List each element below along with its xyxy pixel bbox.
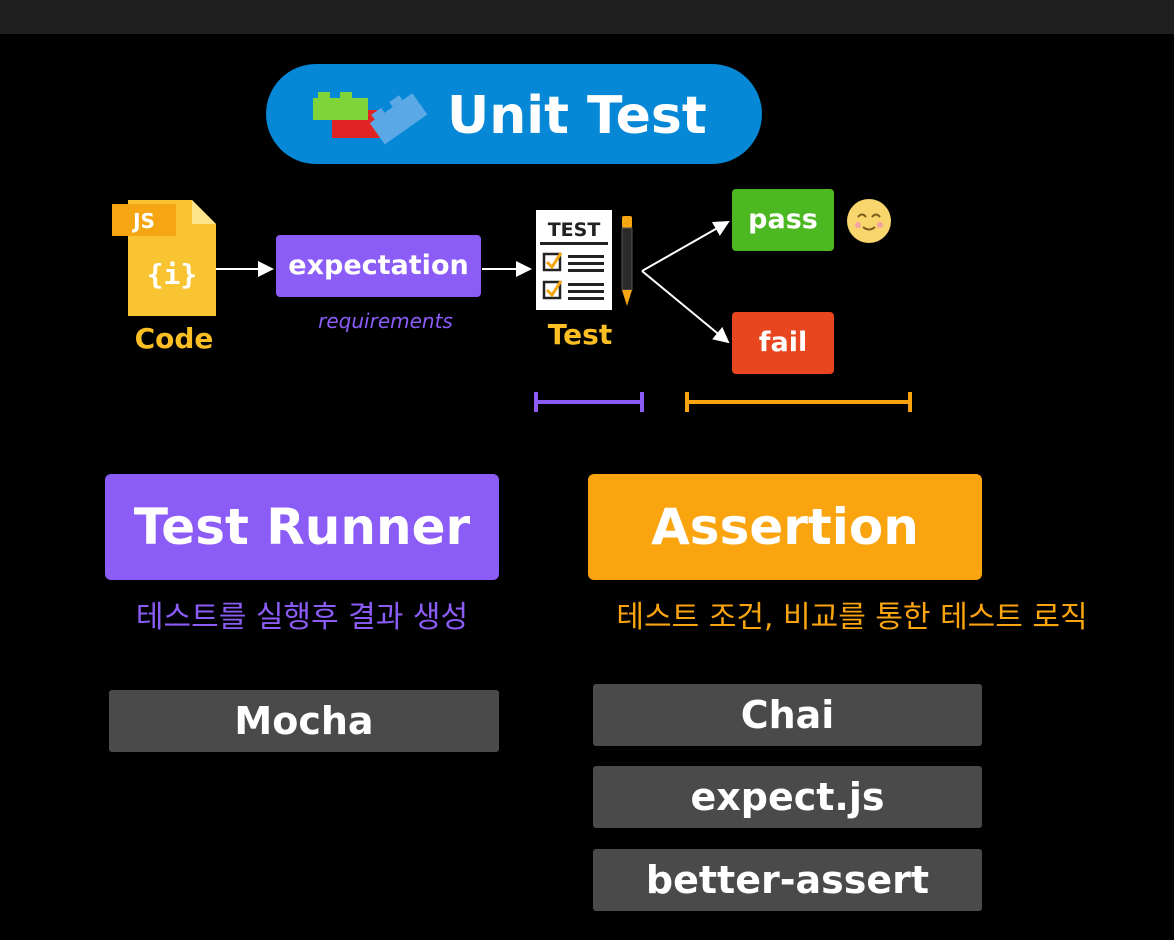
test-sheet-icon: TEST	[536, 210, 633, 310]
test-sheet-heading: TEST	[548, 219, 601, 241]
requirements-label: requirements	[318, 309, 453, 333]
test-runner-bracket	[534, 392, 644, 412]
flow-connectors	[216, 221, 912, 412]
test-runner-description: 테스트를 실행후 결과 생성	[135, 600, 469, 635]
library-expect-js: expect.js	[593, 766, 982, 828]
library-chai: Chai	[593, 684, 982, 746]
fail-box: fail	[732, 312, 834, 374]
assertion-description: 테스트 조건, 비교를 통한 테스트 로직	[616, 600, 1088, 635]
library-mocha: Mocha	[109, 690, 499, 752]
test-runner-heading: Test Runner	[105, 474, 499, 580]
smiley-icon	[847, 199, 891, 243]
assertion-heading: Assertion	[588, 474, 982, 580]
library-better-assert: better-assert	[593, 849, 982, 911]
test-label: Test	[547, 318, 613, 351]
expectation-box: expectation	[276, 235, 481, 297]
assertion-bracket	[685, 392, 912, 412]
pencil-icon	[621, 216, 633, 306]
pass-box: pass	[732, 189, 834, 251]
arrow-test-to-fail	[641, 270, 730, 344]
arrow-test-to-pass	[641, 221, 730, 272]
